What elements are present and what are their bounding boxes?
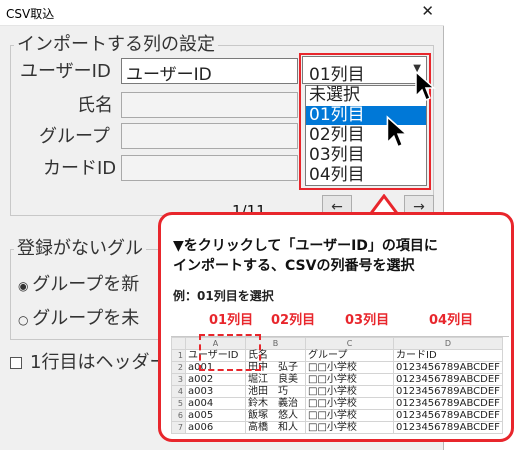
title-bar: CSV取込 ✕ (0, 0, 444, 26)
table-row: 6 a005 飯塚 悠人 □□小学校 0123456789ABCDEF (171, 409, 503, 422)
close-icon[interactable]: ✕ (421, 2, 434, 20)
radio-unassigned-label: グループを未 (32, 308, 140, 329)
mouse-cursor-icon (386, 115, 409, 148)
name-field[interactable] (121, 92, 298, 118)
header-row-checkbox[interactable]: 1行目はヘッダー (10, 352, 167, 374)
callout-line2: インポートする、CSVの列番号を選択 (173, 258, 415, 274)
col-label-01: 01列目 (209, 313, 254, 328)
callout-example: 例：01列目を選択 (173, 289, 274, 303)
table-row: 3 a002 堀江 良美 □□小学校 0123456789ABCDEF (171, 373, 503, 386)
col-label-03: 03列目 (345, 313, 390, 328)
userid-field[interactable]: ユーザーID (121, 58, 298, 85)
col-label-04: 04列目 (429, 313, 474, 328)
window-title: CSV取込 (6, 7, 55, 21)
col-label-02: 02列目 (271, 313, 316, 328)
table-row: 5 a004 鈴木 義治 □□小学校 0123456789ABCDEF (171, 397, 503, 410)
highlight-box (299, 53, 431, 190)
radio-unassigned[interactable]: ○ グループを未 (18, 308, 139, 331)
cardid-label: カードID (43, 158, 117, 179)
table-row: 4 a003 池田 巧 □□小学校 0123456789ABCDEF (171, 385, 503, 398)
radio-new-group[interactable]: ◉ グループを新 (18, 274, 139, 297)
sheet-col-letter: C (305, 337, 394, 350)
userid-column-highlight (199, 334, 261, 371)
checkbox-icon (10, 357, 22, 369)
cardid-field[interactable] (121, 155, 298, 181)
name-label: 氏名 (77, 95, 113, 116)
radio-new-group-label: グループを新 (32, 274, 140, 295)
table-row: 7 a006 高橋 和人 □□小学校 0123456789ABCDEF (171, 421, 503, 434)
instruction-callout: ▼をクリックして「ユーザーID」の項目に インポートする、CSVの列番号を選択 … (158, 212, 514, 442)
group-label: グループ (39, 126, 110, 147)
header-row-label: 1行目はヘッダー (30, 352, 168, 373)
mouse-cursor-icon (415, 70, 436, 102)
unregistered-group-legend: 登録がないグル (17, 238, 143, 259)
callout-line1: ▼をクリックして「ユーザーID」の項目に (173, 238, 438, 254)
radio-unchecked-icon: ○ (18, 313, 33, 327)
userid-label: ユーザーID (20, 61, 111, 82)
group-field[interactable] (121, 123, 298, 149)
columns-group-legend: インポートする列の設定 (17, 34, 215, 55)
userid-field-value: ユーザーID (126, 65, 212, 85)
radio-checked-icon: ◉ (18, 279, 33, 293)
sheet-col-letter: D (393, 337, 503, 350)
